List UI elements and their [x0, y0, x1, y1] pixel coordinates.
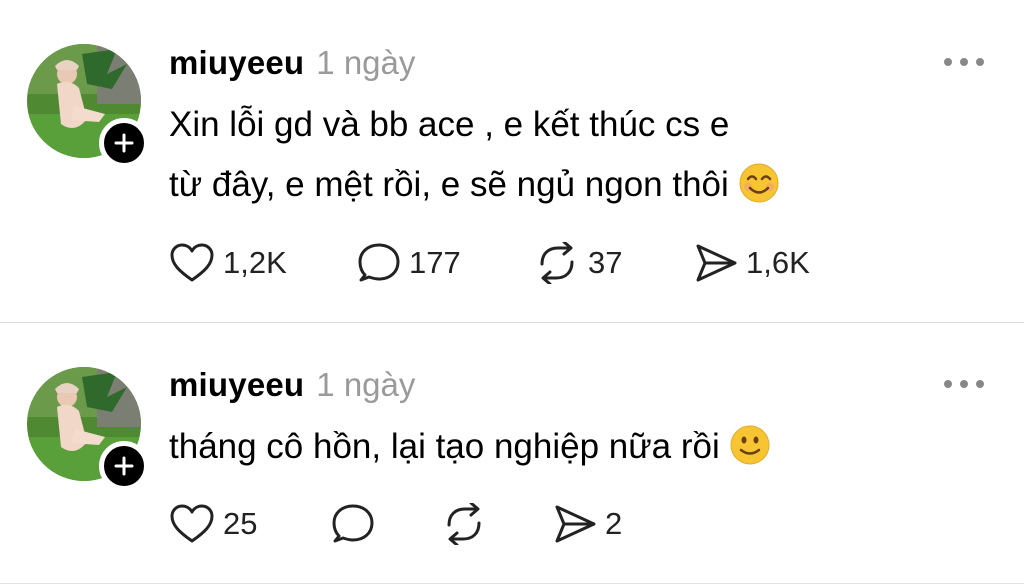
reply-icon: [358, 243, 400, 282]
username[interactable]: miuyeeu: [169, 44, 304, 82]
username[interactable]: miuyeeu: [169, 366, 304, 404]
thread-post: miuyeeu 1 ngày Xin lỗi gd và bb ace , e …: [0, 0, 1024, 323]
like-count: 1,2K: [223, 245, 287, 280]
post-text: Xin lỗi gd và bb ace , e kết thúc cs e t…: [169, 95, 929, 215]
like-button[interactable]: 1,2K: [169, 241, 287, 285]
reply-button[interactable]: 177: [357, 241, 461, 285]
smiling-face-emoji-icon: [739, 163, 779, 203]
follow-button[interactable]: [99, 118, 149, 168]
share-button[interactable]: 1,6K: [694, 241, 810, 285]
timestamp[interactable]: 1 ngày: [316, 44, 415, 82]
repost-icon: [540, 242, 574, 284]
like-button[interactable]: 25: [169, 502, 257, 546]
thread-post: miuyeeu 1 ngày tháng cô hồn, lại tạo ngh…: [0, 324, 1024, 585]
post-text-line: tháng cô hồn, lại tạo nghiệp nữa rồi: [169, 417, 929, 477]
more-options-icon[interactable]: [944, 374, 984, 394]
share-count: 2: [605, 506, 623, 541]
post-divider: [0, 583, 1024, 584]
post-text-line: từ đây, e mệt rồi, e sẽ ngủ ngon thôi: [169, 155, 929, 215]
reply-icon: [332, 504, 374, 543]
post-text: tháng cô hồn, lại tạo nghiệp nữa rồi: [169, 417, 929, 477]
repost-button[interactable]: 37: [534, 241, 622, 285]
post-text-line: Xin lỗi gd và bb ace , e kết thúc cs e: [169, 105, 730, 144]
heart-icon: [170, 504, 214, 543]
follow-button[interactable]: [99, 441, 149, 491]
post-header: miuyeeu 1 ngày: [169, 366, 415, 406]
heart-icon: [170, 243, 214, 282]
share-count: 1,6K: [746, 245, 810, 280]
post-header: miuyeeu 1 ngày: [169, 44, 415, 84]
plus-icon: [114, 133, 134, 153]
send-icon: [696, 244, 737, 282]
repost-button[interactable]: [441, 502, 487, 546]
slightly-smiling-face-emoji-icon: [730, 425, 770, 465]
reply-button[interactable]: [331, 502, 375, 546]
plus-icon: [114, 456, 134, 476]
reply-count: 177: [409, 245, 461, 280]
send-icon: [555, 505, 596, 543]
more-options-icon[interactable]: [944, 52, 984, 72]
timestamp[interactable]: 1 ngày: [316, 366, 415, 404]
post-divider: [0, 322, 1024, 323]
repost-icon: [447, 503, 481, 545]
like-count: 25: [223, 506, 258, 541]
share-button[interactable]: 2: [553, 502, 622, 546]
repost-count: 37: [588, 245, 623, 280]
